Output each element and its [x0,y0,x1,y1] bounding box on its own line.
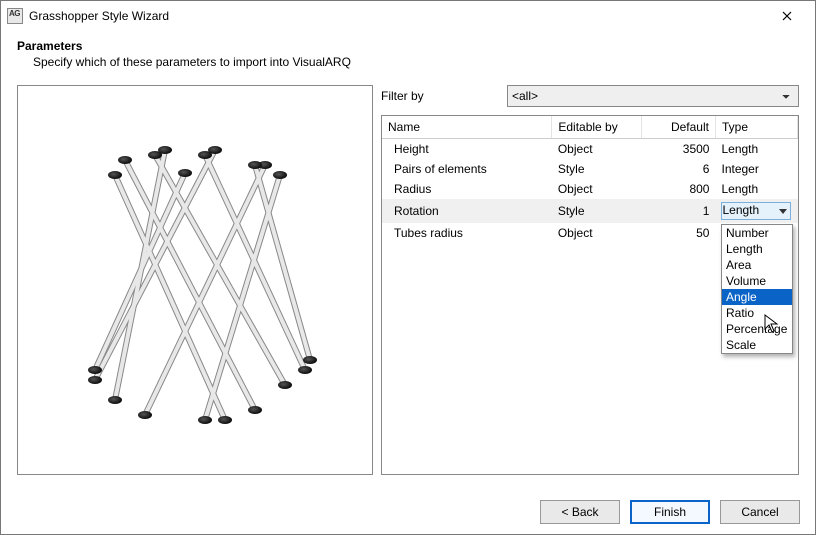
type-option[interactable]: Ratio [722,305,792,321]
cell-default[interactable]: 800 [642,179,716,199]
section-header: Parameters Specify which of these parame… [1,31,815,73]
type-option[interactable]: Area [722,257,792,273]
cell-type[interactable]: Integer [715,159,797,179]
preview-panel [17,85,373,475]
type-option[interactable]: Volume [722,273,792,289]
finish-button[interactable]: Finish [630,500,710,524]
cell-editable[interactable]: Style [552,199,642,223]
cell-type[interactable]: Length [715,139,797,160]
cell-default[interactable]: 1 [642,199,716,223]
col-type[interactable]: Type [715,116,797,139]
type-option[interactable]: Scale [722,337,792,353]
type-option[interactable]: Length [722,241,792,257]
col-default[interactable]: Default [642,116,716,139]
table-row[interactable]: Pairs of elementsStyle6Integer [382,159,798,179]
window-title: Grasshopper Style Wizard [29,9,767,23]
table-row[interactable]: HeightObject3500Length [382,139,798,160]
cancel-button[interactable]: Cancel [720,500,800,524]
cell-type[interactable]: Length [715,179,797,199]
table-row[interactable]: RotationStyle1 Length [382,199,798,223]
cell-editable[interactable]: Object [552,139,642,160]
type-dropdown-popup[interactable]: NumberLengthAreaVolumeAngleRatioPercenta… [721,224,793,354]
close-icon [782,11,792,21]
cell-editable[interactable]: Object [552,223,642,243]
cell-editable[interactable]: Object [552,179,642,199]
type-option[interactable]: Number [722,225,792,241]
cell-name[interactable]: Rotation [382,199,552,223]
cell-editable[interactable]: Style [552,159,642,179]
footer: < Back Finish Cancel [0,489,816,535]
cell-type[interactable]: Length [715,199,797,223]
type-select[interactable]: Length [721,202,791,220]
filter-select[interactable]: <all> [507,85,799,107]
table-row[interactable]: RadiusObject800Length [382,179,798,199]
close-button[interactable] [767,1,807,31]
cell-name[interactable]: Height [382,139,552,160]
filter-label: Filter by [381,89,499,103]
title-bar: Grasshopper Style Wizard [1,1,815,31]
cell-default[interactable]: 6 [642,159,716,179]
cell-name[interactable]: Tubes radius [382,223,552,243]
filter-row: Filter by <all> [381,85,799,107]
content-area: Filter by <all> Name Editable by Default… [1,73,815,475]
section-title: Parameters [17,39,799,53]
col-name[interactable]: Name [382,116,552,139]
parameters-grid-wrap: Name Editable by Default Type HeightObje… [381,115,799,475]
back-button[interactable]: < Back [540,500,620,524]
app-icon [7,8,23,24]
cell-default[interactable]: 3500 [642,139,716,160]
type-option[interactable]: Angle [722,289,792,305]
cell-default[interactable]: 50 [642,223,716,243]
section-description: Specify which of these parameters to imp… [17,55,799,69]
grid-header-row: Name Editable by Default Type [382,116,798,139]
col-editable[interactable]: Editable by [552,116,642,139]
type-option[interactable]: Percentage [722,321,792,337]
parameters-panel: Filter by <all> Name Editable by Default… [381,85,799,475]
preview-3d-model [55,120,335,440]
cell-name[interactable]: Pairs of elements [382,159,552,179]
cell-name[interactable]: Radius [382,179,552,199]
